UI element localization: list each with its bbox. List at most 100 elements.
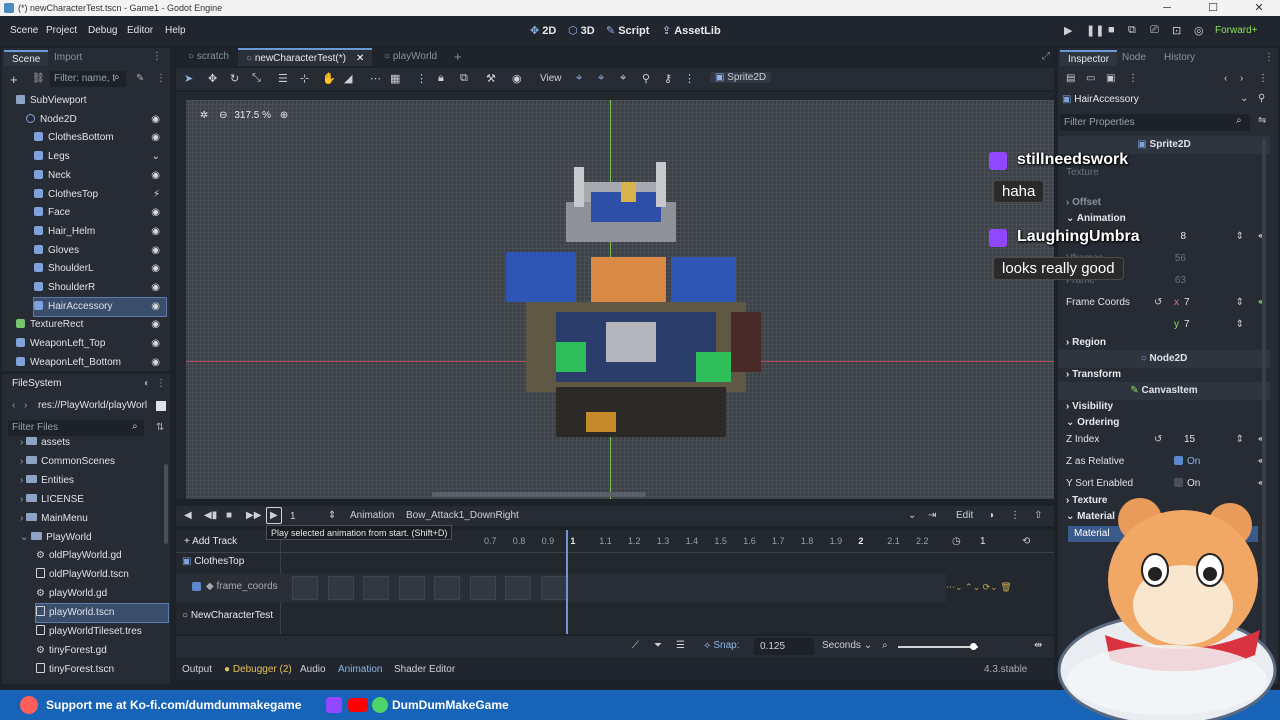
folder-item[interactable]: › assets: [20, 434, 168, 452]
scene-tree-node[interactable]: ShoulderR ◉: [34, 279, 166, 297]
fit-timeline-icon[interactable]: ⇹: [1034, 640, 1042, 651]
tab-import[interactable]: Import: [46, 50, 90, 66]
anim-menu-icon[interactable]: ⋮: [1010, 510, 1020, 521]
pin-icon[interactable]: ⇧: [1034, 510, 1042, 521]
object-dropdown-icon[interactable]: ⌄: [1240, 93, 1248, 104]
renderer-selector[interactable]: Forward+: [1215, 25, 1258, 36]
minimize-button[interactable]: ─: [1144, 0, 1190, 16]
visibility-eye-icon[interactable]: ◉: [151, 204, 160, 222]
ruler-tool-icon[interactable]: ◢: [344, 72, 352, 85]
tab-playworld[interactable]: ○ playWorld: [376, 48, 445, 66]
onion-skin-icon[interactable]: ◑: [988, 510, 994, 521]
tab-scratch[interactable]: ○ scratch: [180, 48, 237, 66]
spin-icon[interactable]: ⇕: [1236, 316, 1244, 334]
visibility-eye-icon[interactable]: ◉: [151, 335, 160, 353]
keyframe[interactable]: [292, 576, 318, 600]
save-resource-icon[interactable]: ▣: [1106, 73, 1115, 84]
visibility-eye-icon[interactable]: ◉: [151, 223, 160, 241]
fit-icon[interactable]: ✲: [200, 110, 208, 121]
spin-icon[interactable]: ⇕: [1236, 294, 1244, 312]
play-from-start-icon[interactable]: ▶: [266, 507, 282, 524]
timeline-cursor[interactable]: [566, 530, 568, 634]
prop-z-relative[interactable]: Z as RelativeOn⇴: [1066, 453, 1266, 471]
resource-menu-icon[interactable]: ⋮: [1128, 73, 1138, 84]
key-position-icon[interactable]: ⌖: [576, 72, 582, 85]
fs-scrollbar[interactable]: [164, 464, 168, 544]
character-sprite[interactable]: [496, 162, 776, 452]
play-backwards-from-end-icon[interactable]: ◀▮: [204, 510, 217, 521]
snap-toggle[interactable]: ⟡ Snap:: [704, 640, 740, 651]
sort-tracks-icon[interactable]: ☰: [676, 640, 685, 651]
script-attach-icon[interactable]: ✎: [136, 73, 144, 84]
visibility-eye-icon[interactable]: ◉: [151, 316, 160, 334]
workspace-3d-button[interactable]: ⬡ 3D: [568, 24, 595, 37]
view-menu[interactable]: View: [540, 73, 562, 84]
pan-tool-icon[interactable]: ✋: [322, 72, 336, 85]
smart-snap-icon[interactable]: ⋯: [370, 72, 381, 85]
signal-icon[interactable]: ⚡: [153, 186, 160, 204]
file-item[interactable]: ⚙ playWorld.gd: [36, 585, 168, 603]
fs-path[interactable]: res://PlayWorld/playWorl: [38, 400, 147, 411]
scene-menu-icon[interactable]: ⋮: [156, 73, 166, 84]
back-icon[interactable]: ‹: [12, 400, 15, 411]
play-scene-icon[interactable]: ⎚: [1150, 24, 1159, 37]
visibility-eye-icon[interactable]: ◉: [151, 298, 160, 316]
keyframe[interactable]: [540, 576, 567, 600]
scene-tree-node[interactable]: ShoulderL ◉: [34, 260, 166, 278]
folder-item[interactable]: ⌄ PlayWorld: [20, 529, 168, 547]
folder-item[interactable]: › Entities: [20, 472, 168, 490]
visibility-hidden-icon[interactable]: ⌄: [152, 148, 160, 166]
stop-animation-icon[interactable]: ■: [226, 510, 232, 521]
track-group-clothestop[interactable]: ▣ ClothesTop: [182, 556, 244, 567]
viewport-h-scrollbar[interactable]: [432, 492, 646, 497]
scene-tree-node[interactable]: Legs ⌄: [34, 148, 166, 166]
history-forward-icon[interactable]: ›: [1240, 73, 1243, 84]
insert-key-icon[interactable]: ⚷: [664, 72, 672, 85]
prop-z-index[interactable]: Z Index↺15⇕⇴: [1066, 431, 1266, 449]
visibility-eye-icon[interactable]: ◉: [151, 354, 160, 372]
animation-selector[interactable]: Bow_Attack1_DownRight: [406, 510, 519, 521]
snap-unit-selector[interactable]: Seconds ⌄: [822, 640, 872, 651]
scene-tree-node[interactable]: TextureRect ◉: [16, 316, 166, 334]
frame-input[interactable]: 1: [290, 511, 296, 522]
keyframe[interactable]: [434, 576, 460, 600]
scene-tree-node[interactable]: Hair_Helm ◉: [34, 223, 166, 241]
play-icon[interactable]: ▶▶: [246, 510, 261, 521]
visibility-eye-icon[interactable]: ◉: [151, 242, 160, 260]
snap-input[interactable]: 0.125: [754, 638, 814, 655]
move-tool-icon[interactable]: ✥: [208, 72, 217, 85]
folder-item[interactable]: › MainMenu: [20, 510, 168, 528]
file-item[interactable]: ⚙ tinyForest.gd: [36, 642, 168, 660]
remote-debug-icon[interactable]: ⧉: [1128, 24, 1136, 37]
scene-tree-node[interactable]: HairAccessory ◉: [33, 296, 167, 317]
file-item[interactable]: playWorld.tscn: [35, 603, 169, 624]
edit-button[interactable]: Edit: [954, 510, 975, 521]
distraction-free-icon[interactable]: ⤢: [1034, 48, 1058, 66]
prop-frame-coords[interactable]: Frame Coords↺x7⇕⇴: [1066, 294, 1266, 312]
section-animation[interactable]: ⌄ Animation: [1066, 210, 1266, 228]
close-tab-icon[interactable]: ✕: [356, 53, 364, 64]
scene-tree-node[interactable]: WeaponLeft_Top ◉: [16, 335, 166, 353]
tab-output[interactable]: Output: [182, 664, 212, 675]
fs-view-icon[interactable]: [156, 401, 166, 411]
sort-icon[interactable]: ⇅: [156, 422, 164, 433]
zoom-level[interactable]: 317.5 %: [234, 110, 271, 121]
sprite2d-chip[interactable]: ▣ Sprite2D: [710, 72, 772, 83]
skeleton-icon[interactable]: ⚒: [486, 72, 496, 85]
group-icon[interactable]: ⧉: [460, 72, 468, 85]
add-track-button[interactable]: + Add Track: [184, 536, 237, 547]
revert-icon[interactable]: ↺: [1154, 431, 1162, 449]
menu-help[interactable]: Help: [165, 25, 186, 36]
tab-node[interactable]: Node: [1114, 50, 1154, 66]
tab-newcharactertest[interactable]: ○ newCharacterTest(*) ✕: [238, 48, 373, 66]
scene-tree-node[interactable]: Face ◉: [34, 204, 166, 222]
history-back-icon[interactable]: ‹: [1224, 73, 1227, 84]
key-scale-icon[interactable]: ⌖: [620, 72, 626, 85]
dock-menu-icon[interactable]: ⋮: [152, 51, 162, 62]
movie-maker-icon[interactable]: ◎: [1194, 24, 1204, 37]
tab-audio[interactable]: Audio: [300, 664, 326, 675]
scene-tree-node[interactable]: ClothesBottom ◉: [34, 129, 166, 147]
object-tools-icon[interactable]: ⚲: [1258, 93, 1265, 104]
list-select-icon[interactable]: ☰: [278, 72, 288, 85]
open-resource-icon[interactable]: ▭: [1086, 73, 1095, 84]
